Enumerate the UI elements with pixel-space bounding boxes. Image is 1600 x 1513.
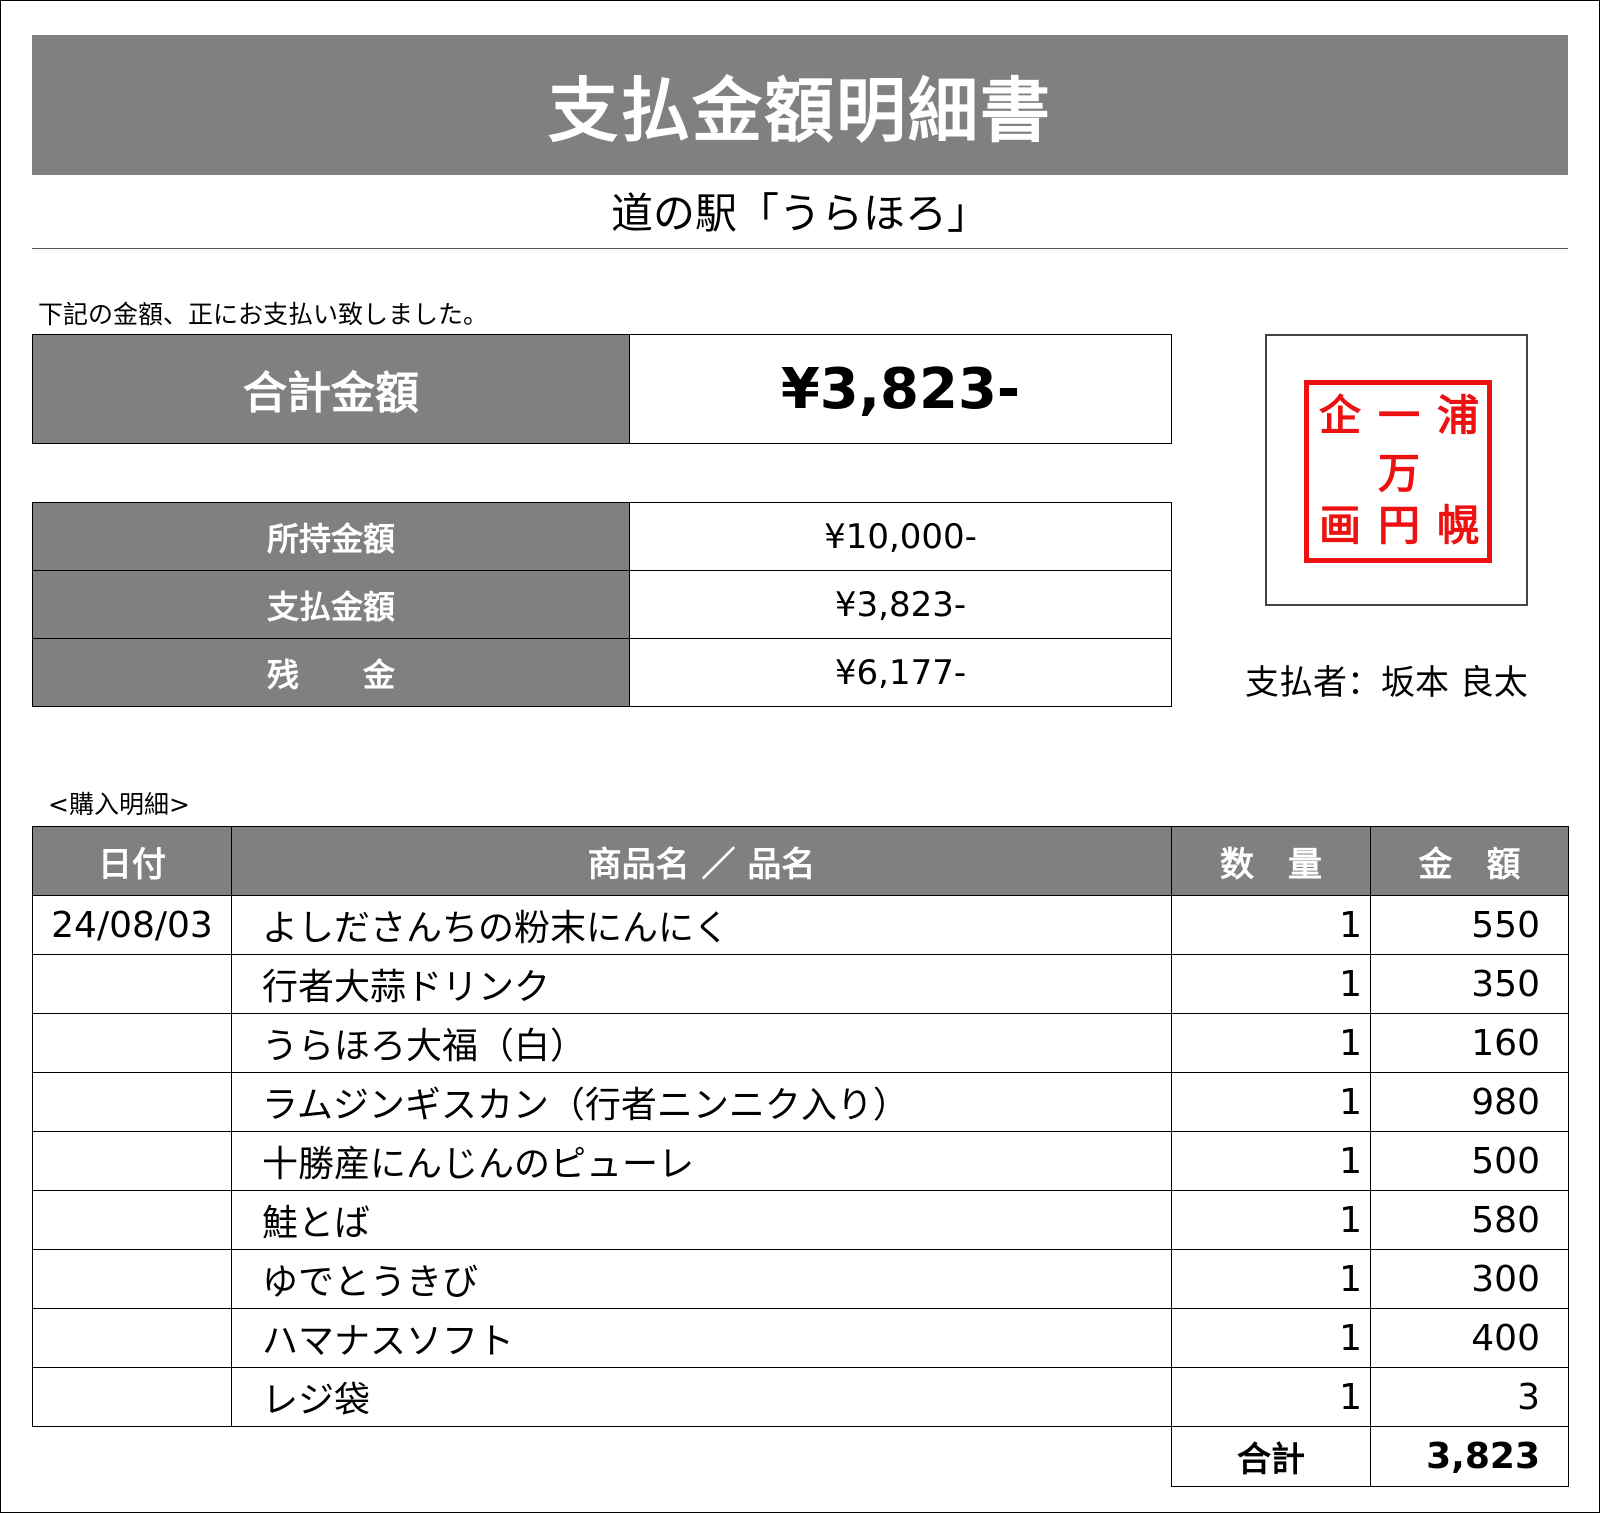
row-date bbox=[32, 1013, 232, 1073]
row-amount: 580 bbox=[1370, 1190, 1569, 1250]
total-label: 合計 bbox=[1171, 1426, 1371, 1487]
row-item-name: 鮭とば bbox=[231, 1190, 1172, 1250]
table-total-row: 合計 3,823 bbox=[32, 1426, 1569, 1487]
table-row: うらほろ大福（白） 1 160 bbox=[32, 1013, 1569, 1073]
table-row: ハマナスソフト 1 400 bbox=[32, 1308, 1569, 1368]
row-date bbox=[32, 1249, 232, 1309]
table-row: 行者大蒜ドリンク 1 350 bbox=[32, 954, 1569, 1014]
row-quantity: 1 bbox=[1171, 1367, 1371, 1427]
total-value: 3,823 bbox=[1370, 1426, 1569, 1487]
table-row: 24/08/03 よしださんちの粉末にんにく 1 550 bbox=[32, 895, 1569, 955]
row-quantity: 1 bbox=[1171, 1308, 1371, 1368]
purchase-detail-table: 日付 商品名 ／ 品名 数 量 金 額 24/08/03 よしださんちの粉末にん… bbox=[32, 826, 1569, 1487]
row-amount: 550 bbox=[1370, 895, 1569, 955]
paid-amount-label: 支払金額 bbox=[32, 570, 630, 639]
cash-on-hand-value: ¥10,000- bbox=[629, 502, 1172, 571]
row-amount: 350 bbox=[1370, 954, 1569, 1014]
document-title: 支払金額明細書 bbox=[548, 69, 1052, 152]
table-row: 鮭とば 1 580 bbox=[32, 1190, 1569, 1250]
row-amount: 300 bbox=[1370, 1249, 1569, 1309]
total-amount-label: 合計金額 bbox=[32, 334, 630, 444]
total-spacer bbox=[231, 1426, 1172, 1487]
detail-caption: <購入明細> bbox=[48, 790, 190, 819]
row-amount: 160 bbox=[1370, 1013, 1569, 1073]
title-bar: 支払金額明細書 bbox=[32, 35, 1568, 175]
row-quantity: 1 bbox=[1171, 1190, 1371, 1250]
subtitle-divider bbox=[32, 248, 1568, 249]
table-row: 十勝産にんじんのピューレ 1 500 bbox=[32, 1131, 1569, 1191]
paid-amount-value: ¥3,823- bbox=[629, 570, 1172, 639]
store-name: 道の駅「うらほろ」 bbox=[610, 188, 989, 238]
row-item-name: うらほろ大福（白） bbox=[231, 1013, 1172, 1073]
table-row: ラムジンギスカン（行者ニンニク入り） 1 980 bbox=[32, 1072, 1569, 1132]
header-date: 日付 bbox=[32, 826, 232, 896]
row-date bbox=[32, 954, 232, 1014]
row-date: 24/08/03 bbox=[32, 895, 232, 955]
row-amount: 980 bbox=[1370, 1072, 1569, 1132]
row-amount: 400 bbox=[1370, 1308, 1569, 1368]
header-item-name: 商品名 ／ 品名 bbox=[231, 826, 1172, 896]
balance-label: 残 金 bbox=[32, 638, 630, 707]
row-item-name: ゆでとうきび bbox=[231, 1249, 1172, 1309]
row-quantity: 1 bbox=[1171, 954, 1371, 1014]
row-item-name: よしださんちの粉末にんにく bbox=[231, 895, 1172, 955]
row-quantity: 1 bbox=[1171, 1131, 1371, 1191]
row-amount: 3 bbox=[1370, 1367, 1569, 1427]
balance-value: ¥6,177- bbox=[629, 638, 1172, 707]
header-quantity: 数 量 bbox=[1171, 826, 1371, 896]
total-spacer bbox=[32, 1426, 232, 1487]
payment-notice: 下記の金額、正にお支払い致しました。 bbox=[38, 300, 489, 329]
row-item-name: 十勝産にんじんのピューレ bbox=[231, 1131, 1172, 1191]
row-amount: 500 bbox=[1370, 1131, 1569, 1191]
row-quantity: 1 bbox=[1171, 1013, 1371, 1073]
total-amount-value: ¥3,823- bbox=[629, 334, 1172, 444]
table-row: レジ袋 1 3 bbox=[32, 1367, 1569, 1427]
row-item-name: ハマナスソフト bbox=[231, 1308, 1172, 1368]
row-item-name: レジ袋 bbox=[231, 1367, 1172, 1427]
table-header-row: 日付 商品名 ／ 品名 数 量 金 額 bbox=[32, 826, 1569, 896]
row-date bbox=[32, 1072, 232, 1132]
row-item-name: ラムジンギスカン（行者ニンニク入り） bbox=[231, 1072, 1172, 1132]
header-amount: 金 額 bbox=[1370, 826, 1569, 896]
row-quantity: 1 bbox=[1171, 1249, 1371, 1309]
row-date bbox=[32, 1308, 232, 1368]
table-row: ゆでとうきび 1 300 bbox=[32, 1249, 1569, 1309]
seal-stamp: 浦 幌 一 万 円 企 画 bbox=[1304, 380, 1492, 563]
row-date bbox=[32, 1367, 232, 1427]
row-item-name: 行者大蒜ドリンク bbox=[231, 954, 1172, 1014]
row-quantity: 1 bbox=[1171, 895, 1371, 955]
payer-name: 支払者：坂本 良太 bbox=[1245, 663, 1528, 703]
cash-on-hand-label: 所持金額 bbox=[32, 502, 630, 571]
row-date bbox=[32, 1190, 232, 1250]
row-date bbox=[32, 1131, 232, 1191]
row-quantity: 1 bbox=[1171, 1072, 1371, 1132]
